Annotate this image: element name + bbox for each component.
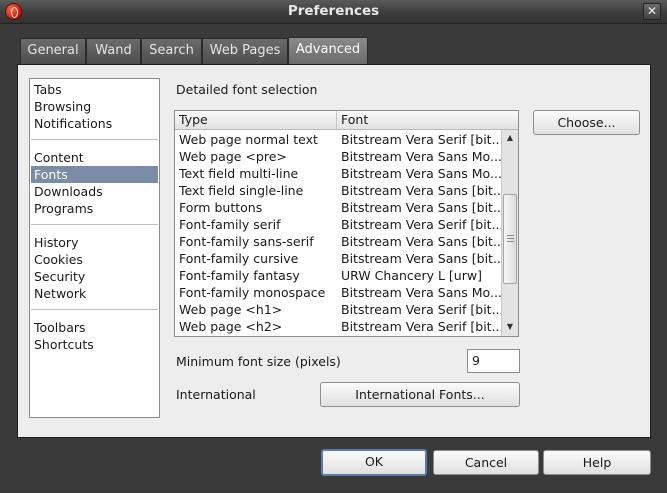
sidebar-item-downloads[interactable]: Downloads (31, 183, 158, 200)
scrollbar-thumb[interactable] (503, 194, 517, 284)
row-type: Font-family sans-serif (179, 234, 314, 249)
table-row[interactable]: Web page <h1> Bitstream Vera Serif [bit.… (175, 301, 501, 318)
tab-general[interactable]: General (20, 38, 86, 64)
row-font: Bitstream Vera Serif [bit... (341, 319, 501, 334)
row-type: Web page <h2> (179, 319, 283, 334)
row-font: URW Chancery L [urw] (341, 268, 482, 283)
row-type: Font-family monospace (179, 285, 326, 300)
tab-web-pages[interactable]: Web Pages (202, 38, 288, 64)
sidebar-item-security[interactable]: Security (31, 268, 158, 285)
sidebar-item-notifications[interactable]: Notifications (31, 115, 158, 132)
table-row[interactable]: Web page normal text Bitstream Vera Seri… (175, 131, 501, 148)
close-icon: ✕ (646, 4, 658, 18)
row-type: Web page normal text (179, 132, 318, 147)
row-type: Form buttons (179, 200, 263, 215)
row-font: Bitstream Vera Sans [bit... (341, 251, 501, 266)
tab-search[interactable]: Search (141, 38, 202, 64)
table-scrollbar[interactable]: ▲ ▼ (501, 130, 518, 336)
sidebar-separator (31, 309, 158, 310)
table-row[interactable]: Form buttons Bitstream Vera Sans [bit... (175, 199, 501, 216)
section-title: Detailed font selection (176, 82, 318, 97)
table-row[interactable]: Text field single-line Bitstream Vera Sa… (175, 182, 501, 199)
sidebar-item-toolbars[interactable]: Toolbars (31, 319, 158, 336)
table-row[interactable]: Font-family serif Bitstream Vera Serif [… (175, 216, 501, 233)
sidebar-item-fonts[interactable]: Fonts (31, 166, 158, 183)
grip-icon (507, 235, 514, 244)
choose-button[interactable]: Choose... (533, 110, 640, 135)
help-button[interactable]: Help (543, 450, 651, 475)
table-row[interactable]: Font-family monospace Bitstream Vera San… (175, 284, 501, 301)
row-font: Bitstream Vera Serif [bit... (341, 132, 501, 147)
row-font: Bitstream Vera Sans [bit... (341, 234, 501, 249)
advanced-sidebar-list: Tabs Browsing Notifications Content Font… (29, 78, 160, 418)
sidebar-separator (31, 224, 158, 225)
row-type: Text field multi-line (179, 166, 299, 181)
row-type: Font-family fantasy (179, 268, 300, 283)
tab-wand[interactable]: Wand (86, 38, 141, 64)
international-label: International (176, 387, 256, 402)
sidebar-item-cookies[interactable]: Cookies (31, 251, 158, 268)
sidebar-item-history[interactable]: History (31, 234, 158, 251)
font-table: Type Font Web page normal text Bitstream… (174, 110, 519, 337)
sidebar-item-browsing[interactable]: Browsing (31, 98, 158, 115)
row-font: Bitstream Vera Sans [bit... (341, 183, 501, 198)
row-font: Bitstream Vera Serif [bit... (341, 302, 501, 317)
row-font: Bitstream Vera Serif [bit... (341, 217, 501, 232)
row-font: Bitstream Vera Sans Mo... (341, 166, 501, 181)
table-row[interactable]: Font-family cursive Bitstream Vera Sans … (175, 250, 501, 267)
row-type: Web page <h1> (179, 302, 283, 317)
row-type: Font-family serif (179, 217, 281, 232)
row-type: Web page <pre> (179, 149, 287, 164)
table-row[interactable]: Font-family fantasy URW Chancery L [urw] (175, 267, 501, 284)
table-row[interactable]: Web page <pre> Bitstream Vera Sans Mo... (175, 148, 501, 165)
scroll-down-icon[interactable]: ▼ (503, 320, 517, 334)
sidebar-item-shortcuts[interactable]: Shortcuts (31, 336, 158, 353)
sidebar-item-programs[interactable]: Programs (31, 200, 158, 217)
international-fonts-button[interactable]: International Fonts... (320, 382, 520, 407)
advanced-panel: Tabs Browsing Notifications Content Font… (17, 64, 651, 438)
cancel-button[interactable]: Cancel (433, 450, 539, 475)
row-type: Font-family cursive (179, 251, 299, 266)
row-font: Bitstream Vera Sans Mo... (341, 285, 501, 300)
sidebar-separator (31, 139, 158, 140)
column-header-type[interactable]: Type (175, 111, 337, 129)
table-header: Type Font (175, 111, 518, 130)
title-bar[interactable]: Preferences ✕ (0, 0, 667, 24)
table-row[interactable]: Font-family sans-serif Bitstream Vera Sa… (175, 233, 501, 250)
row-font: Bitstream Vera Sans Mo... (341, 149, 501, 164)
table-row[interactable]: Text field multi-line Bitstream Vera San… (175, 165, 501, 182)
row-type: Text field single-line (179, 183, 304, 198)
row-font: Bitstream Vera Sans [bit... (341, 200, 501, 215)
min-font-size-input[interactable]: 9 (467, 349, 520, 373)
column-header-font[interactable]: Font (337, 111, 500, 129)
sidebar-item-content[interactable]: Content (31, 149, 158, 166)
min-font-size-label: Minimum font size (pixels) (176, 354, 341, 369)
tab-advanced[interactable]: Advanced (288, 37, 368, 65)
ok-button[interactable]: OK (321, 449, 427, 476)
scroll-up-icon[interactable]: ▲ (503, 131, 517, 145)
sidebar-item-network[interactable]: Network (31, 285, 158, 302)
preferences-window: Preferences ✕ General Wand Search Web Pa… (0, 0, 667, 493)
table-row[interactable]: Web page <h2> Bitstream Vera Serif [bit.… (175, 318, 501, 335)
window-title: Preferences (287, 3, 380, 19)
close-button[interactable]: ✕ (643, 3, 661, 20)
sidebar-item-tabs[interactable]: Tabs (31, 81, 158, 98)
